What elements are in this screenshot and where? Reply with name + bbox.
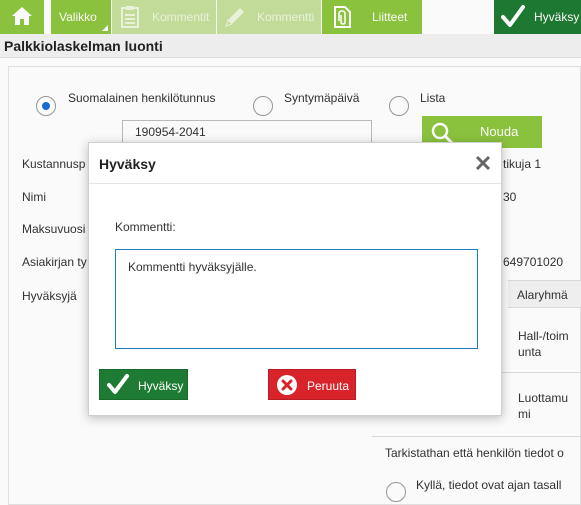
checkmark-icon xyxy=(106,373,130,400)
close-icon[interactable] xyxy=(475,155,491,171)
approve-button[interactable]: Hyväksy xyxy=(99,369,188,400)
comment-textarea[interactable]: Kommentti hyväksyjälle. xyxy=(115,249,478,349)
cancel-label: Peruuta xyxy=(307,379,350,393)
approve-dialog: Hyväksy Kommentti: Kommentti hyväksyjäll… xyxy=(88,142,502,416)
approve-label: Hyväksy xyxy=(138,379,184,393)
x-circle-icon xyxy=(275,373,299,400)
comment-label: Kommentti: xyxy=(115,220,176,234)
dialog-title: Hyväksy xyxy=(99,156,156,172)
cancel-button[interactable]: Peruuta xyxy=(268,369,356,400)
dialog-header: Hyväksy xyxy=(89,143,501,184)
